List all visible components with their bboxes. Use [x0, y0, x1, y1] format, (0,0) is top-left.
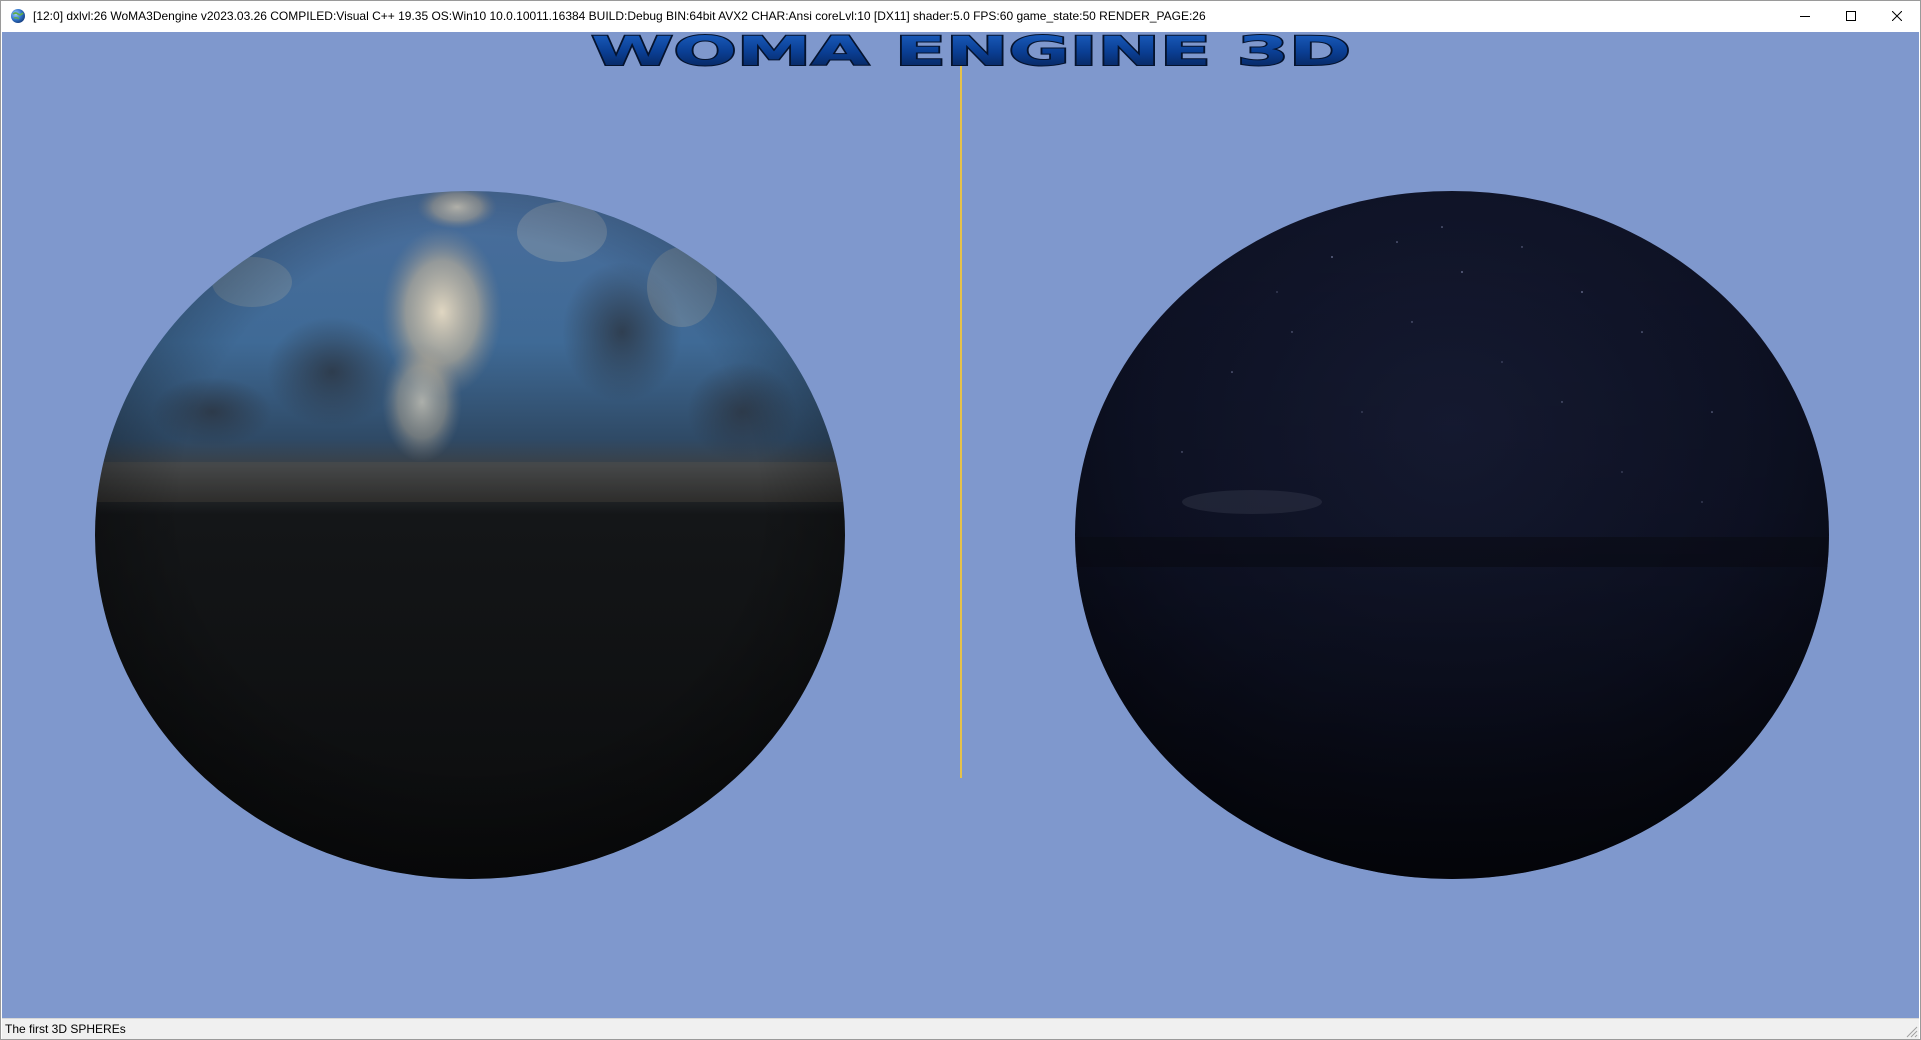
- minimize-icon: [1800, 16, 1810, 17]
- resize-grip-icon[interactable]: [1904, 1024, 1918, 1038]
- globe-icon: [11, 9, 25, 23]
- title-bar[interactable]: [12:0] dxlvl:26 WoMA3Dengine v2023.03.26…: [1, 1, 1920, 31]
- maximize-icon: [1846, 11, 1856, 21]
- day-sky-sphere[interactable]: [92, 185, 852, 879]
- render-viewport[interactable]: WOMA ENGINE 3D: [2, 32, 1919, 1018]
- window-title: [12:0] dxlvl:26 WoMA3Dengine v2023.03.26…: [33, 9, 1206, 23]
- status-bar: The first 3D SPHEREs: [2, 1018, 1919, 1039]
- application-window: [12:0] dxlvl:26 WoMA3Dengine v2023.03.26…: [0, 0, 1921, 1040]
- close-icon: [1892, 11, 1902, 21]
- maximize-button[interactable]: [1828, 1, 1874, 31]
- engine-logo: WOMA ENGINE 3D: [591, 32, 1351, 75]
- status-text: The first 3D SPHEREs: [5, 1022, 126, 1036]
- minimize-button[interactable]: [1782, 1, 1828, 31]
- close-button[interactable]: [1874, 1, 1920, 31]
- night-sky-sphere[interactable]: [1075, 191, 1835, 879]
- scene-canvas[interactable]: WOMA ENGINE 3D: [2, 32, 1919, 1018]
